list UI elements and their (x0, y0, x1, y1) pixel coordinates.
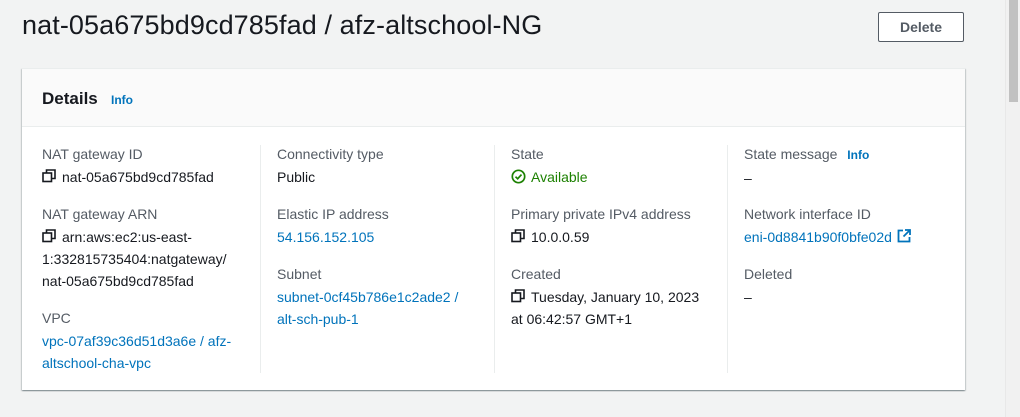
state-message-label-row: State message Info (744, 145, 954, 164)
network-interface-id-link[interactable]: eni-0d8841b90f0bfe02d (744, 229, 892, 245)
subnet-value: subnet-0cf45b786e1c2ade2 / alt-sch-pub-1 (277, 286, 487, 330)
network-interface-id-value: eni-0d8841b90f0bfe02d (744, 226, 954, 248)
nat-gateway-id-value: nat-05a675bd9cd785fad (42, 166, 252, 188)
nat-gateway-arn-value: arn:aws:ec2:us-east- 1:332815735404:natg… (42, 226, 252, 292)
details-title: Details (42, 89, 98, 108)
copy-icon[interactable] (42, 169, 56, 183)
created-field: Created Tuesday, January 10, 2023 at 06:… (511, 265, 721, 330)
vpc-link-line-2: altschool-cha-vpc (42, 355, 151, 371)
copy-icon[interactable] (511, 289, 525, 303)
elastic-ip-field: Elastic IP address 54.156.152.105 (277, 205, 487, 248)
primary-private-ipv4-field: Primary private IPv4 address 10.0.0.59 (511, 205, 721, 248)
external-link-icon[interactable] (897, 227, 911, 243)
status-available-icon (511, 168, 526, 184)
page-scrollbar[interactable] (1005, 0, 1020, 417)
nat-gateway-id-field: NAT gateway ID nat-05a675bd9cd785fad (42, 145, 252, 188)
state-message-info-link[interactable]: Info (847, 148, 869, 162)
network-interface-id-label: Network interface ID (744, 206, 871, 222)
state-field: State Available (511, 145, 721, 188)
vpc-value: vpc-07af39c36d51d3a6e / afz-altschool-ch… (42, 330, 252, 374)
copy-icon[interactable] (42, 229, 56, 243)
subnet-link-line-2: alt-sch-pub-1 (277, 311, 359, 327)
subnet-link[interactable]: subnet-0cf45b786e1c2ade2 / alt-sch-pub-1 (277, 289, 458, 327)
connectivity-type-field: Connectivity type Public (277, 145, 487, 188)
state-message-value: – (744, 170, 752, 186)
nat-gateway-arn-field: NAT gateway ARN arn:aws:ec2:us-east- 1:3… (42, 205, 252, 292)
details-column-4: State message Info – Network interface I… (727, 145, 961, 373)
primary-private-ipv4-text: 10.0.0.59 (531, 229, 590, 245)
vpc-field: VPC vpc-07af39c36d51d3a6e / afz-altschoo… (42, 309, 252, 374)
vpc-link-line-1: vpc-07af39c36d51d3a6e / afz- (42, 333, 232, 349)
state-message-field: State message Info – (744, 145, 954, 189)
details-panel-header: Details Info (22, 69, 965, 127)
vpc-label: VPC (42, 310, 71, 326)
created-label: Created (511, 266, 561, 282)
copy-icon[interactable] (511, 229, 525, 243)
nat-gateway-id-text: nat-05a675bd9cd785fad (62, 169, 214, 185)
subnet-field: Subnet subnet-0cf45b786e1c2ade2 / alt-sch… (277, 265, 487, 330)
network-interface-id-field: Network interface ID eni-0d8841b90f0bfe0… (744, 205, 954, 248)
state-message-label: State message (744, 146, 838, 162)
page-title: nat-05a675bd9cd785fad / afz-altschool-NG (22, 10, 543, 40)
page-header: nat-05a675bd9cd785fad / afz-altschool-NG… (0, 0, 1005, 56)
nat-gateway-arn-line-3: nat-05a675bd9cd785fad (42, 273, 194, 289)
subnet-label: Subnet (277, 266, 322, 282)
connectivity-type-label: Connectivity type (277, 146, 384, 162)
nat-gateway-id-label: NAT gateway ID (42, 146, 143, 162)
nat-gateway-arn-label: NAT gateway ARN (42, 206, 158, 222)
state-label: State (511, 146, 544, 162)
details-column-2: Connectivity type Public Elastic IP addr… (260, 145, 494, 373)
subnet-link-line-1: subnet-0cf45b786e1c2ade2 / (277, 289, 459, 305)
nat-gateway-arn-line-1: arn:aws:ec2:us-east- (62, 229, 192, 245)
details-info-link[interactable]: Info (111, 93, 133, 107)
scrollbar-thumb[interactable] (1009, 0, 1018, 102)
details-panel: Details Info NAT gateway ID nat-05a675bd… (22, 68, 965, 390)
deleted-field: Deleted – (744, 265, 954, 308)
elastic-ip-label: Elastic IP address (277, 206, 389, 222)
delete-button[interactable]: Delete (878, 12, 964, 42)
state-value: Available (511, 166, 721, 188)
elastic-ip-value: 54.156.152.105 (277, 226, 487, 248)
deleted-value: – (744, 289, 752, 305)
state-text: Available (531, 169, 588, 185)
created-value: Tuesday, January 10, 2023 at 06:42:57 GM… (511, 286, 721, 330)
vpc-link[interactable]: vpc-07af39c36d51d3a6e / afz-altschool-ch… (42, 333, 231, 371)
primary-private-ipv4-value: 10.0.0.59 (511, 226, 721, 248)
deleted-label: Deleted (744, 266, 793, 282)
connectivity-type-value: Public (277, 169, 316, 185)
created-line-2: at 06:42:57 GMT+1 (511, 311, 633, 327)
primary-private-ipv4-label: Primary private IPv4 address (511, 206, 691, 222)
nat-gateway-arn-line-2: 1:332815735404:natgateway/ (42, 251, 227, 267)
created-line-1: Tuesday, January 10, 2023 (531, 289, 700, 305)
details-column-3: State Available Primary private IPv4 add… (494, 145, 728, 373)
elastic-ip-link[interactable]: 54.156.152.105 (277, 229, 374, 245)
